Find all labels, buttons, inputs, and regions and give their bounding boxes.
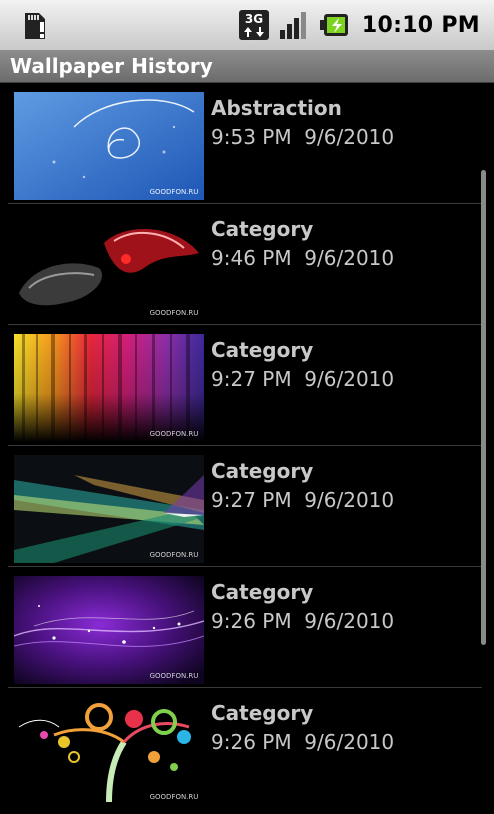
wallpaper-timestamp: 9:26 PM 9/6/2010 <box>211 609 395 633</box>
list-item[interactable]: GOODFON.RU Category 9:46 PM 9/6/2010 <box>8 208 482 329</box>
wallpaper-timestamp: 9:26 PM 9/6/2010 <box>211 730 395 754</box>
battery-charging-icon <box>318 8 350 42</box>
list-divider <box>8 203 482 204</box>
wallpaper-name: Category <box>211 459 314 483</box>
network-type-label: 3G <box>245 12 263 26</box>
wallpaper-name: Abstraction <box>211 96 342 120</box>
thumbnail-watermark: GOODFON.RU <box>150 430 199 438</box>
list-divider <box>8 324 482 325</box>
thumbnail-watermark: GOODFON.RU <box>150 188 199 196</box>
thumbnail-watermark: GOODFON.RU <box>150 672 199 680</box>
signal-strength-icon <box>278 8 310 42</box>
status-bar: 3G 10:10 PM <box>0 0 494 50</box>
wallpaper-thumbnail: GOODFON.RU <box>14 576 204 684</box>
thumbnail-watermark: GOODFON.RU <box>150 551 199 559</box>
wallpaper-history-list[interactable]: GOODFON.RU Abstraction 9:53 PM 9/6/2010 … <box>0 83 494 814</box>
wallpaper-name: Category <box>211 217 314 241</box>
list-item[interactable]: GOODFON.RU Category 9:26 PM 9/6/2010 <box>8 692 482 813</box>
wallpaper-name: Category <box>211 701 314 725</box>
wallpaper-timestamp: 9:27 PM 9/6/2010 <box>211 488 395 512</box>
thumbnail-watermark: GOODFON.RU <box>150 793 199 801</box>
title-bar: Wallpaper History <box>0 50 494 83</box>
wallpaper-timestamp: 9:27 PM 9/6/2010 <box>211 367 395 391</box>
page-title: Wallpaper History <box>10 54 213 78</box>
wallpaper-thumbnail: GOODFON.RU <box>14 213 204 321</box>
3g-data-icon: 3G <box>238 8 270 42</box>
thumbnail-watermark: GOODFON.RU <box>150 309 199 317</box>
clock: 10:10 PM <box>361 12 480 38</box>
wallpaper-thumbnail: GOODFON.RU <box>14 455 204 563</box>
wallpaper-timestamp: 9:53 PM 9/6/2010 <box>211 125 395 149</box>
wallpaper-timestamp: 9:46 PM 9/6/2010 <box>211 246 395 270</box>
list-divider <box>8 445 482 446</box>
wallpaper-thumbnail: GOODFON.RU <box>14 92 204 200</box>
wallpaper-thumbnail: GOODFON.RU <box>14 334 204 442</box>
screen: 3G 10:10 PM Wallpaper History GOODFON.RU… <box>0 0 494 814</box>
list-item[interactable]: GOODFON.RU Abstraction 9:53 PM 9/6/2010 <box>8 87 482 208</box>
list-divider <box>8 687 482 688</box>
wallpaper-name: Category <box>211 338 314 362</box>
list-item[interactable]: GOODFON.RU Category 9:26 PM 9/6/2010 <box>8 571 482 692</box>
list-item[interactable]: GOODFON.RU Category 9:27 PM 9/6/2010 <box>8 329 482 450</box>
wallpaper-name: Category <box>211 580 314 604</box>
wallpaper-thumbnail: GOODFON.RU <box>14 697 204 805</box>
list-scrollbar[interactable] <box>481 170 486 645</box>
list-divider <box>8 566 482 567</box>
list-item[interactable]: GOODFON.RU Category 9:27 PM 9/6/2010 <box>8 450 482 571</box>
sd-card-alert-icon <box>20 9 52 41</box>
